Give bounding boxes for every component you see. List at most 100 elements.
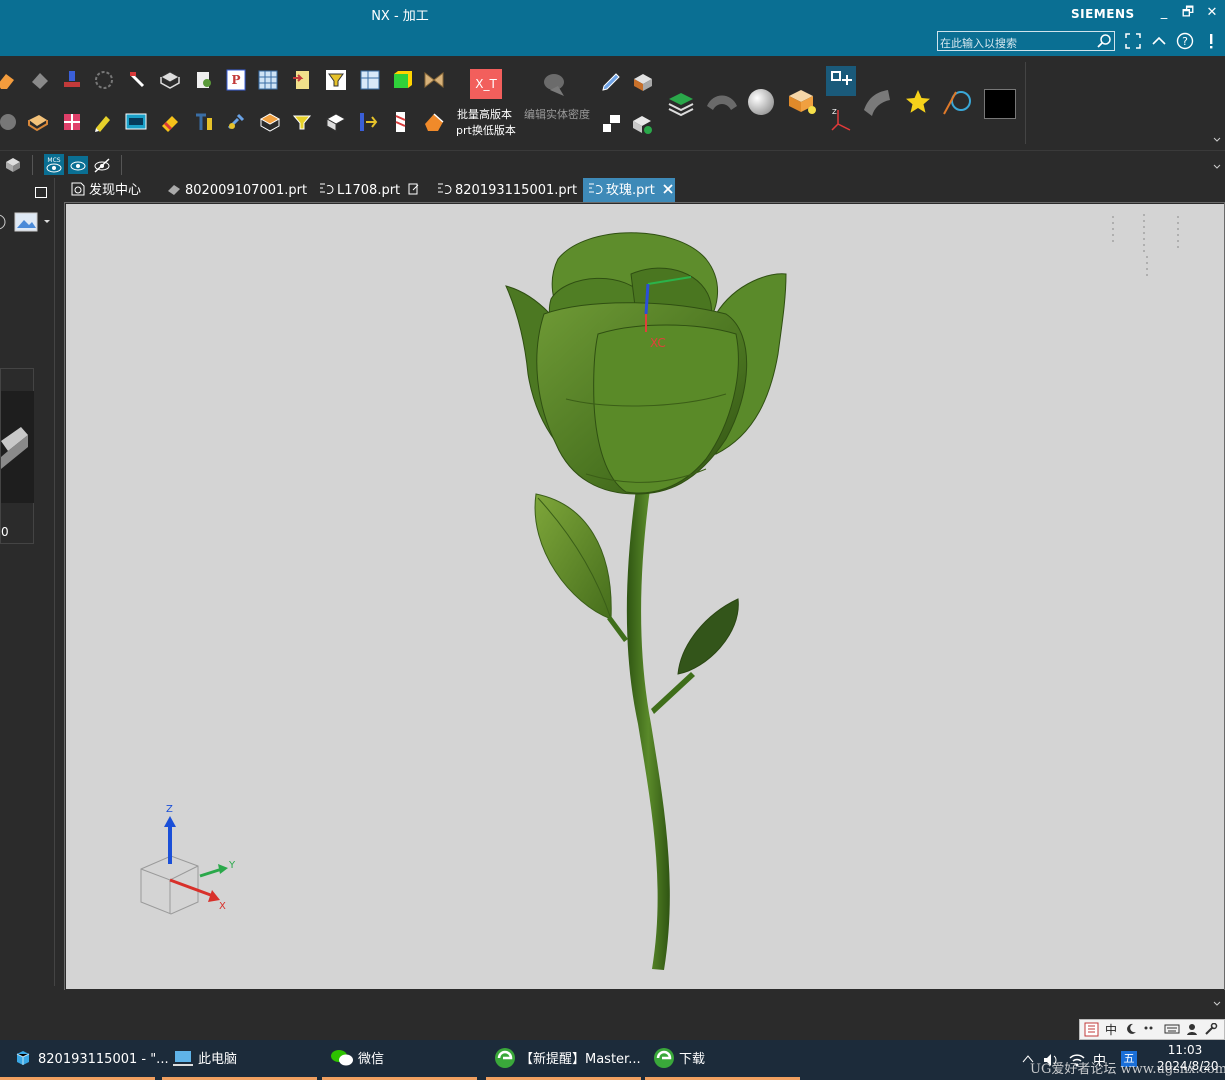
collapse-ribbon-icon[interactable] <box>1150 32 1168 50</box>
command-search[interactable] <box>937 31 1115 53</box>
tab-820193115001[interactable]: 820193115001.prt <box>436 178 577 203</box>
minimize-button[interactable]: _ <box>1154 4 1174 22</box>
bowtie-icon[interactable] <box>422 68 446 92</box>
tool-grey-icon[interactable] <box>28 68 52 92</box>
brush-icon[interactable] <box>0 110 20 134</box>
sphere-icon[interactable] <box>746 87 776 117</box>
browser-icon <box>495 1048 515 1068</box>
tab-802009107001[interactable]: 802009107001.prt <box>166 178 307 203</box>
taskbar-item-download[interactable]: 下载 <box>645 1040 800 1080</box>
mcs-view-icon[interactable]: MCS <box>44 154 64 175</box>
wcs-move-icon[interactable] <box>826 66 856 96</box>
cube-add-icon[interactable] <box>630 112 654 136</box>
circle-dashed-icon[interactable] <box>92 68 116 92</box>
eraser-icon[interactable] <box>0 68 18 92</box>
alert-icon[interactable] <box>1202 32 1220 50</box>
pen-yellow-icon[interactable] <box>92 110 116 134</box>
wrench-icon[interactable] <box>224 110 248 134</box>
wcs-xc-label: XC <box>650 336 666 350</box>
box-tool-icon[interactable] <box>631 70 655 94</box>
keyboard-icon[interactable] <box>1164 1023 1180 1035</box>
moon-icon[interactable] <box>1125 1023 1137 1035</box>
ime-toolbar[interactable]: 中 <box>1079 1019 1225 1040</box>
surface-sheet-icon[interactable] <box>860 86 894 118</box>
taskbar-item-this-pc[interactable]: 此电脑 <box>162 1040 317 1080</box>
title-bar: NX - 加工 SIEMENS _ 🗗 ✕ ? <box>0 0 1225 56</box>
curved-surface-icon[interactable] <box>705 90 739 114</box>
close-tab-icon[interactable] <box>663 184 673 194</box>
wcs-axes-icon[interactable]: Z <box>828 106 854 136</box>
box-measure-icon[interactable] <box>158 68 182 92</box>
clock-time: 11:03 <box>1167 1043 1203 1057</box>
edit-density-label[interactable]: 编辑实体密度 <box>524 106 590 122</box>
triad-z-label: Z <box>166 804 173 815</box>
preview-card[interactable]: 0 <box>0 368 34 544</box>
density-icon[interactable] <box>538 68 574 102</box>
move-blocks-icon[interactable] <box>600 112 624 136</box>
ribbon-overflow-icon[interactable] <box>1212 136 1222 144</box>
graphics-viewport[interactable]: XC Z Y X <box>66 204 1224 989</box>
funnel-small-icon[interactable] <box>290 110 314 134</box>
tab-l1708[interactable]: L1708.prt <box>318 178 428 203</box>
image-view-icon[interactable] <box>14 212 50 232</box>
status-overflow-icon[interactable] <box>1212 1000 1222 1008</box>
tab-discovery-center[interactable]: 发现中心 <box>70 178 160 203</box>
taskbar-item-forum[interactable]: 【新提醒】Master... <box>486 1040 641 1080</box>
mill-tool-icon[interactable] <box>390 110 414 134</box>
sketch-circle-icon[interactable] <box>942 86 976 118</box>
eraser-stripe-icon[interactable] <box>158 110 182 134</box>
preview-value: 0 <box>1 525 9 539</box>
block-cut-icon[interactable] <box>324 110 348 134</box>
svg-text:P: P <box>231 73 240 87</box>
ribbon-toolbar: P X_T 批量高版本 prt换低版本 编辑实体密度 Z <box>0 56 1225 150</box>
x-t-convert-icon[interactable]: X_T <box>470 69 502 99</box>
ime-mode[interactable]: 中 <box>1105 1021 1117 1038</box>
show-eye-icon[interactable] <box>68 156 88 174</box>
settings-wrench-icon[interactable] <box>1204 1023 1218 1035</box>
part-sync-icon <box>438 183 452 194</box>
table-report-icon[interactable] <box>256 68 280 92</box>
hide-eye-icon[interactable] <box>92 156 112 174</box>
star-icon[interactable] <box>904 88 932 116</box>
close-button[interactable]: ✕ <box>1202 4 1222 22</box>
book-icon[interactable] <box>26 110 50 134</box>
taskbar-item-wechat[interactable]: 微信 <box>322 1040 477 1080</box>
layers-book-icon[interactable] <box>666 89 696 117</box>
tab-rose[interactable]: 玫瑰.prt <box>583 178 675 203</box>
pen-tool-icon[interactable] <box>599 70 623 94</box>
wcs-z-axis <box>644 283 650 315</box>
ime-logo-icon[interactable] <box>1084 1022 1099 1037</box>
batch-convert-label-1[interactable]: 批量高版本 <box>457 106 512 122</box>
cutter-red-icon[interactable] <box>126 68 150 92</box>
maximize-panel-icon[interactable] <box>35 187 47 198</box>
grid-pink-icon[interactable] <box>60 110 84 134</box>
stamp-icon[interactable] <box>60 68 84 92</box>
batch-convert-label-2[interactable]: prt换低版本 <box>456 122 516 138</box>
p-document-icon[interactable]: P <box>224 68 248 92</box>
toolbar-overflow-icon[interactable] <box>1212 163 1222 171</box>
rose-model[interactable]: XC Z Y X <box>66 204 1224 989</box>
fullscreen-icon[interactable] <box>1124 32 1142 50</box>
punctuation-icon[interactable] <box>1143 1023 1155 1035</box>
clipboard-gear-icon[interactable] <box>192 68 216 92</box>
block-star-icon[interactable] <box>785 86 819 118</box>
search-input[interactable] <box>938 35 1094 53</box>
monitor-icon[interactable] <box>124 110 148 134</box>
text-tool-icon[interactable] <box>192 110 216 134</box>
color-swatch[interactable] <box>984 89 1016 119</box>
panel-circle-icon[interactable] <box>0 213 8 231</box>
user-icon[interactable] <box>1186 1023 1198 1035</box>
taskbar-item-nx[interactable]: 820193115001 - "... <box>0 1040 169 1080</box>
part-navigator-icon[interactable] <box>4 156 22 174</box>
search-icon[interactable] <box>1096 33 1112 49</box>
box-target-icon[interactable] <box>258 110 282 134</box>
document-tabs: 发现中心 802009107001.prt L1708.prt 82019311… <box>66 178 1225 203</box>
help-icon[interactable]: ? <box>1176 32 1194 50</box>
grid-report-icon[interactable] <box>358 68 382 92</box>
restore-button[interactable]: 🗗 <box>1178 4 1198 22</box>
orange-part-icon[interactable] <box>422 110 446 134</box>
green-cube-icon[interactable] <box>390 68 414 92</box>
insert-marker-icon[interactable] <box>356 110 380 134</box>
funnel-icon[interactable] <box>324 68 348 92</box>
document-arrow-icon[interactable] <box>290 68 314 92</box>
